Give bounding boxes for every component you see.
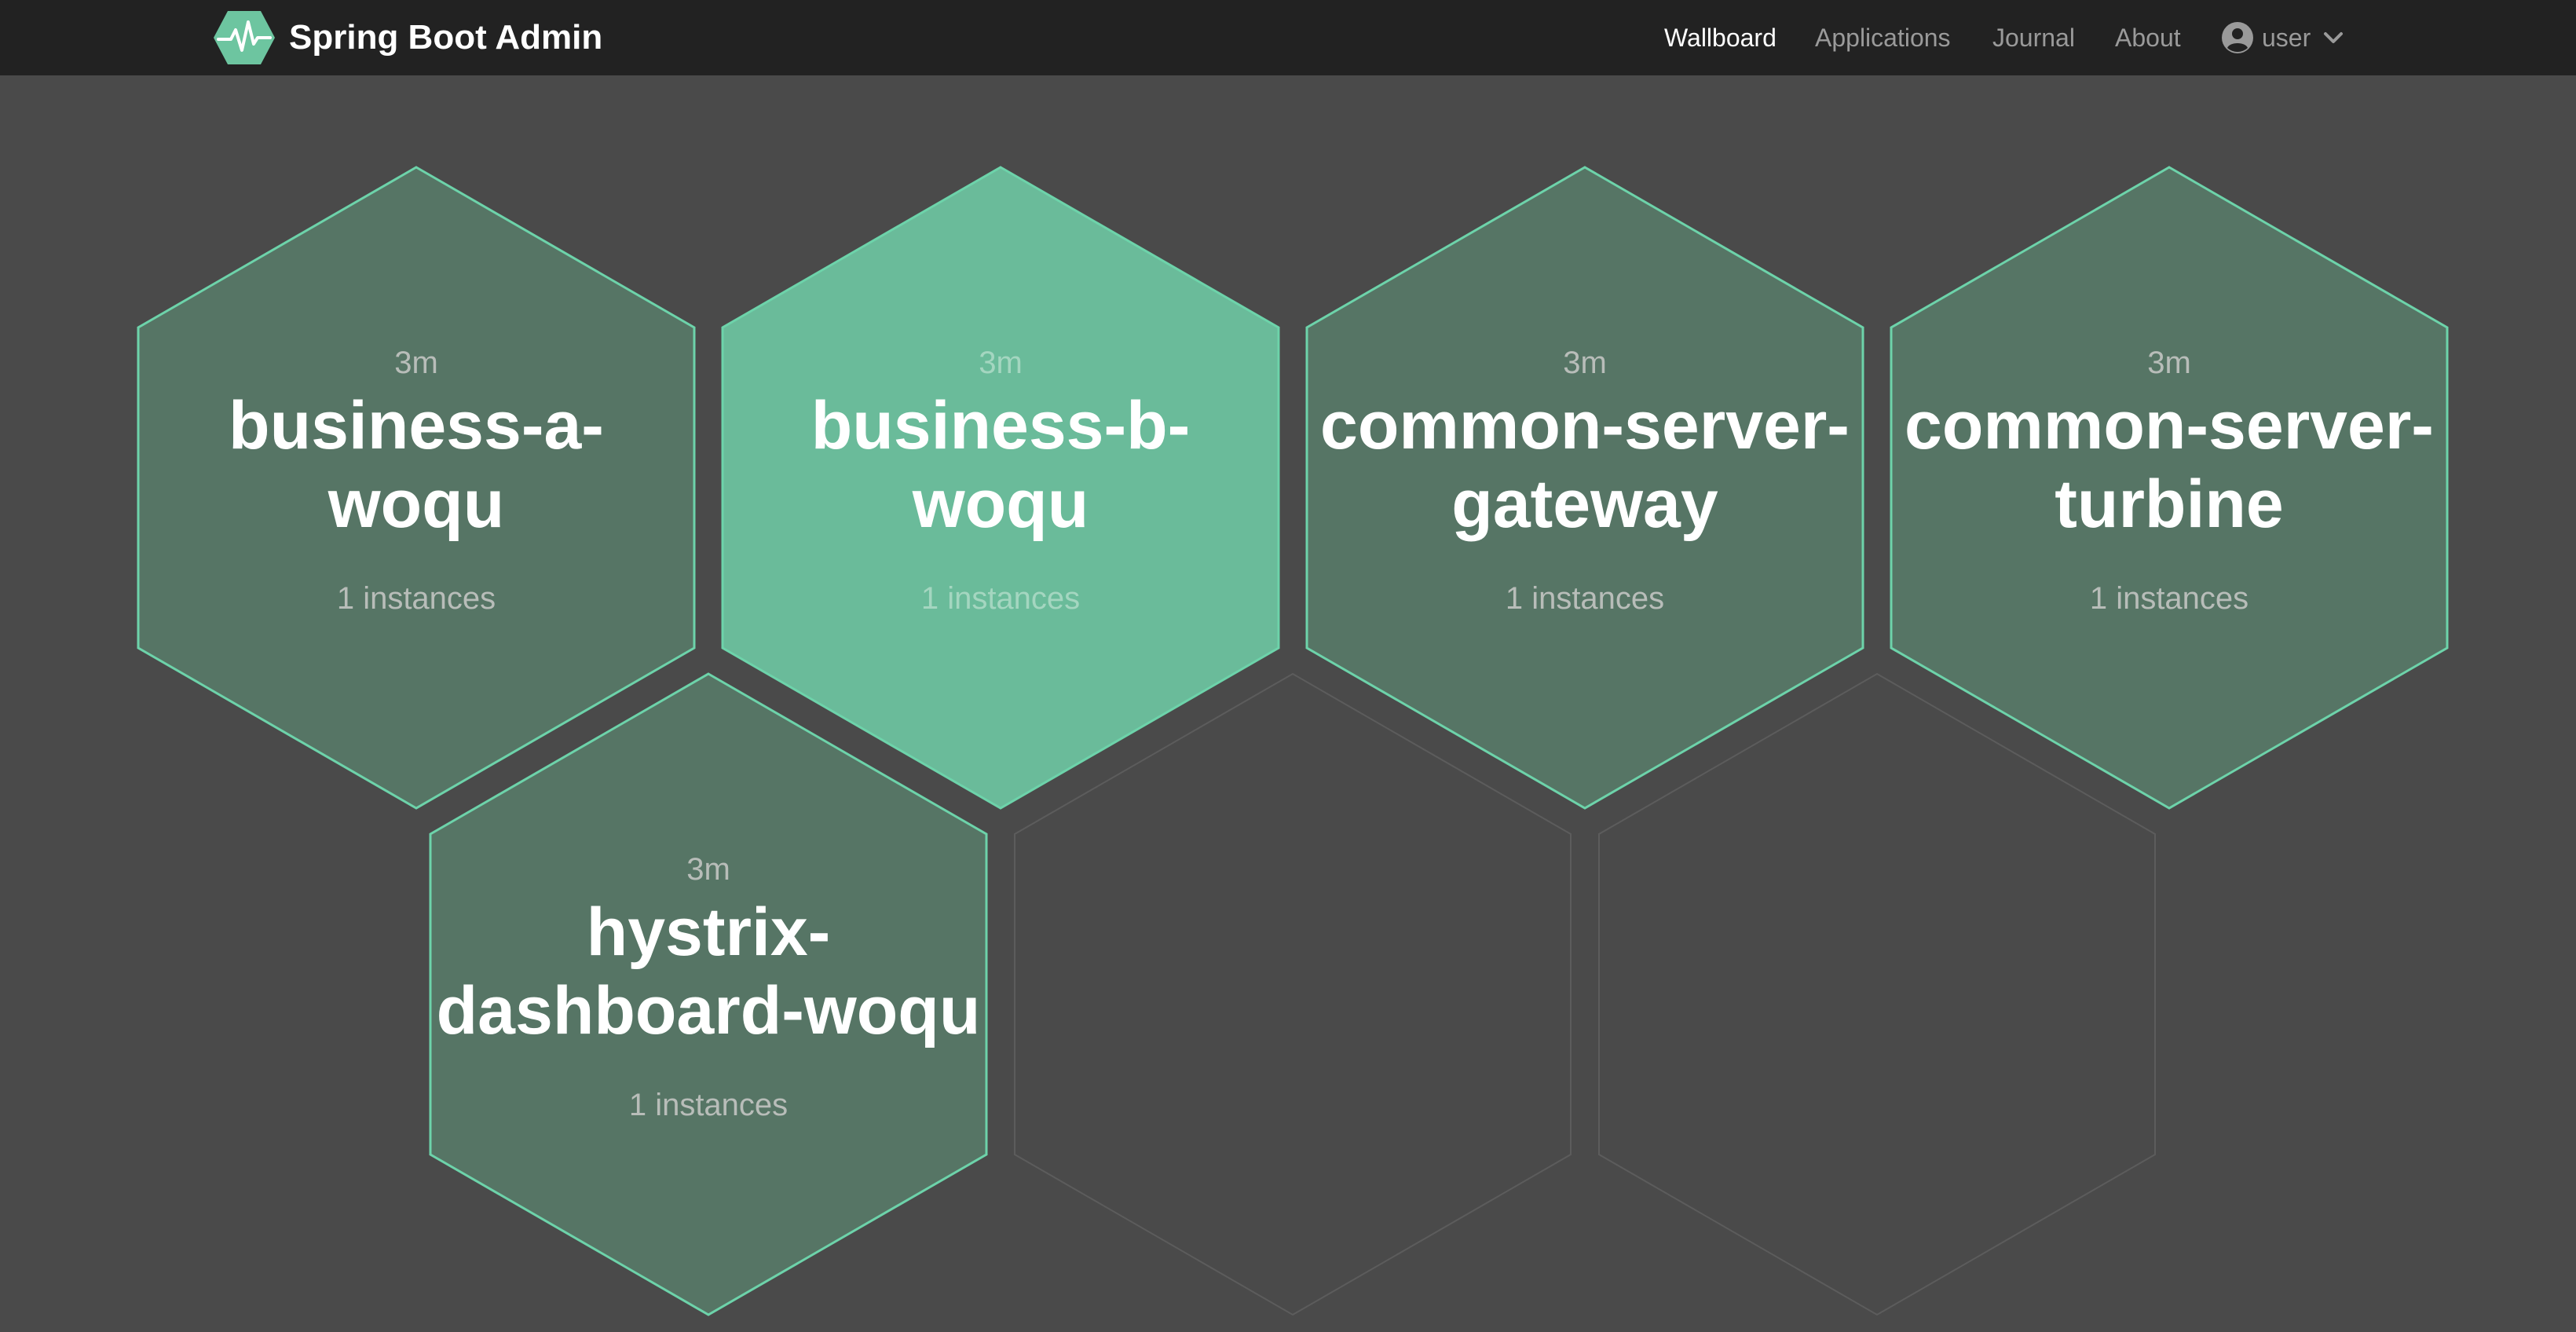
app-name-line-1: hystrix- [587, 895, 831, 970]
user-label: user [2262, 23, 2311, 52]
empty-hex-cell [1598, 672, 2156, 1316]
navbar: Spring Boot Admin Wallboard Applications… [0, 0, 2576, 75]
chevron-down-icon [2324, 32, 2344, 43]
user-menu[interactable]: user [2221, 16, 2344, 60]
app-uptime: 3m [2147, 346, 2191, 380]
nav-item-journal[interactable]: Journal [1992, 19, 2075, 57]
application-hex-common-server-turbine[interactable]: 3m common-server-turbine 1 instances [1890, 166, 2449, 810]
app-uptime: 3m [1563, 346, 1607, 380]
application-hex-hystrix-dashboard-woqu[interactable]: 3m hystrix-dashboard-woqu 1 instances [429, 672, 988, 1316]
app-name-line-1: common-server- [1905, 388, 2434, 463]
app-name-line-2: turbine [2055, 467, 2283, 542]
app-name-line-1: business-b- [811, 388, 1191, 463]
app-uptime: 3m [686, 852, 730, 887]
app-name-line-2: dashboard-woqu [437, 973, 981, 1048]
brand-name: Spring Boot Admin [289, 18, 603, 57]
app-name-line-2: gateway [1451, 467, 1718, 542]
app-uptime: 3m [394, 346, 438, 380]
application-hex-business-a-woqu[interactable]: 3m business-a-woqu 1 instances [137, 166, 696, 810]
app-uptime: 3m [979, 346, 1023, 380]
app-name-line-1: business-a- [229, 388, 604, 463]
app-name-line-2: woqu [327, 467, 505, 542]
heartbeat-hexagon-icon [214, 11, 275, 64]
app-instances: 1 instances [337, 581, 496, 616]
app-name-line-1: common-server- [1320, 388, 1850, 463]
application-hex-common-server-gateway[interactable]: 3m common-server-gateway 1 instances [1305, 166, 1864, 810]
app-instances: 1 instances [629, 1088, 788, 1122]
wallboard: 3m business-a-woqu 1 instances 3m business-b… [0, 0, 2576, 1332]
app-instances: 1 instances [921, 581, 1080, 616]
empty-hex-cell [1014, 672, 1572, 1316]
nav-item-about[interactable]: About [2115, 19, 2181, 57]
app-instances: 1 instances [1506, 581, 1664, 616]
app-name-line-2: woqu [912, 467, 1089, 542]
hex-grid: 3m business-a-woqu 1 instances 3m business-b… [137, 166, 2449, 1316]
application-hex-business-b-woqu[interactable]: 3m business-b-woqu 1 instances [721, 166, 1280, 810]
app-instances: 1 instances [2090, 581, 2249, 616]
nav-item-wallboard[interactable]: Wallboard [1664, 19, 1776, 57]
user-circle-icon [2222, 22, 2253, 53]
nav-item-applications[interactable]: Applications [1815, 19, 1951, 57]
brand-link[interactable]: Spring Boot Admin [212, 6, 602, 69]
